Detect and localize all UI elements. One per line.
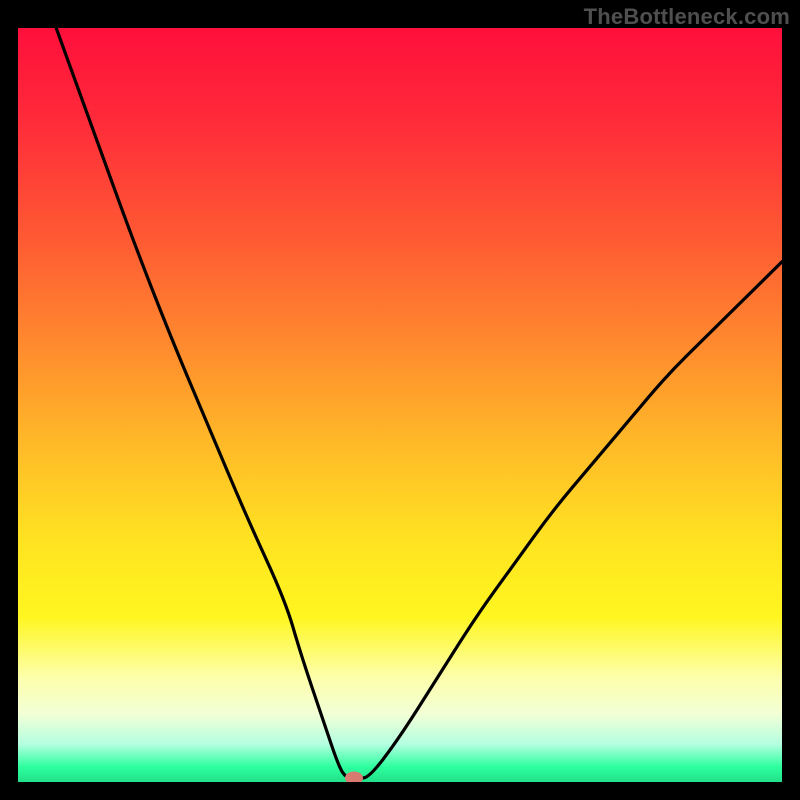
bottleneck-curve (18, 28, 782, 782)
plot-area (18, 28, 782, 782)
optimal-point-marker (345, 772, 363, 783)
watermark-text: TheBottleneck.com (584, 4, 790, 30)
chart-frame: TheBottleneck.com (0, 0, 800, 800)
curve-path (56, 28, 782, 778)
